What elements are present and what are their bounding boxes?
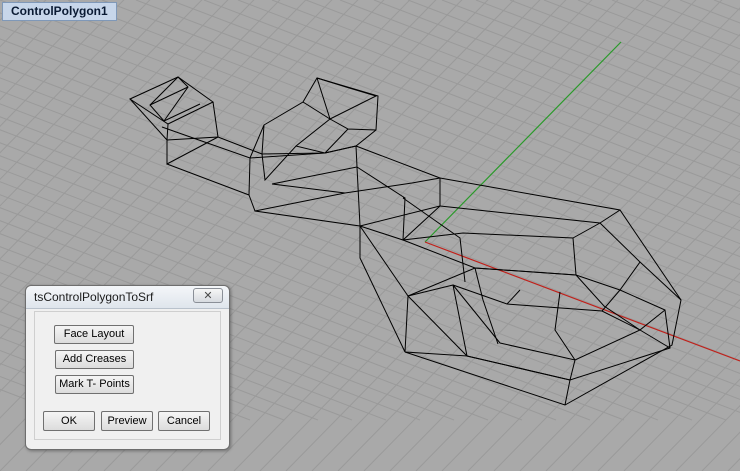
- close-button[interactable]: ✕: [193, 288, 223, 303]
- cancel-button[interactable]: Cancel: [158, 411, 210, 431]
- mark-t-points-button[interactable]: Mark T- Points: [55, 375, 134, 394]
- ok-button[interactable]: OK: [43, 411, 95, 431]
- preview-button[interactable]: Preview: [101, 411, 153, 431]
- dialog-titlebar[interactable]: tsControlPolygonToSrf ✕: [26, 286, 229, 309]
- close-icon: ✕: [203, 290, 213, 302]
- face-layout-button[interactable]: Face Layout: [54, 325, 134, 344]
- viewport-title[interactable]: ControlPolygon1: [2, 2, 117, 21]
- dialog-title: tsControlPolygonToSrf: [34, 290, 154, 304]
- add-creases-button[interactable]: Add Creases: [55, 350, 134, 369]
